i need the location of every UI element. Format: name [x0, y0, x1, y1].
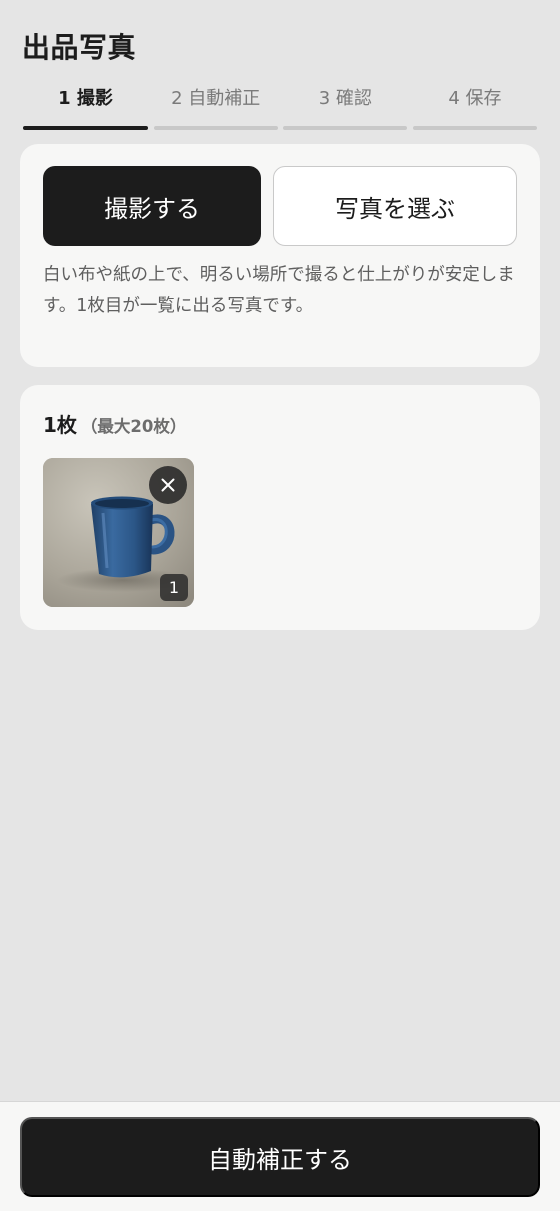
photo-thumbnail[interactable]: 1	[43, 458, 194, 607]
step-label: 1 撮影	[58, 88, 113, 109]
step-save[interactable]: 4 保存	[412, 84, 537, 130]
bottom-action-bar: 自動補正する	[0, 1101, 560, 1211]
photo-count: 1枚 （最大20枚）	[43, 409, 186, 438]
choose-photo-button[interactable]: 写真を選ぶ	[273, 166, 517, 246]
photo-count-value: 1枚	[43, 413, 77, 437]
step-progress-bar	[153, 126, 278, 130]
step-progress-bar	[412, 126, 537, 130]
auto-correct-button[interactable]: 自動補正する	[20, 1117, 540, 1197]
remove-photo-button[interactable]	[149, 466, 187, 504]
photo-listing-screen: 出品写真 1 撮影 2 自動補正 3 確認 4 保存 撮影する 写真を選ぶ 白い…	[0, 0, 560, 1211]
photos-card: 1枚 （最大20枚） 1	[20, 385, 540, 630]
step-confirm[interactable]: 3 確認	[283, 84, 408, 130]
capture-hint: 白い布や紙の上で、明るい場所で撮ると仕上がりが安定します。1枚目が一覧に出る写真…	[43, 265, 515, 316]
step-progress-bar	[23, 126, 148, 130]
capture-card: 撮影する 写真を選ぶ 白い布や紙の上で、明るい場所で撮ると仕上がりが安定します。…	[20, 144, 540, 367]
step-label: 2 自動補正	[171, 88, 261, 109]
take-photo-button[interactable]: 撮影する	[43, 166, 261, 246]
photo-count-max: （最大20枚）	[80, 417, 187, 436]
close-icon	[161, 478, 175, 492]
step-auto-correct[interactable]: 2 自動補正	[153, 84, 278, 130]
step-label: 3 確認	[318, 88, 372, 109]
step-indicator: 1 撮影 2 自動補正 3 確認 4 保存	[23, 84, 537, 130]
photo-index-badge: 1	[160, 574, 188, 601]
step-progress-bar	[283, 126, 408, 130]
step-label: 4 保存	[448, 88, 502, 109]
page-title: 出品写真	[22, 31, 137, 64]
capture-actions: 撮影する 写真を選ぶ	[43, 166, 517, 246]
step-capture[interactable]: 1 撮影	[23, 84, 148, 130]
